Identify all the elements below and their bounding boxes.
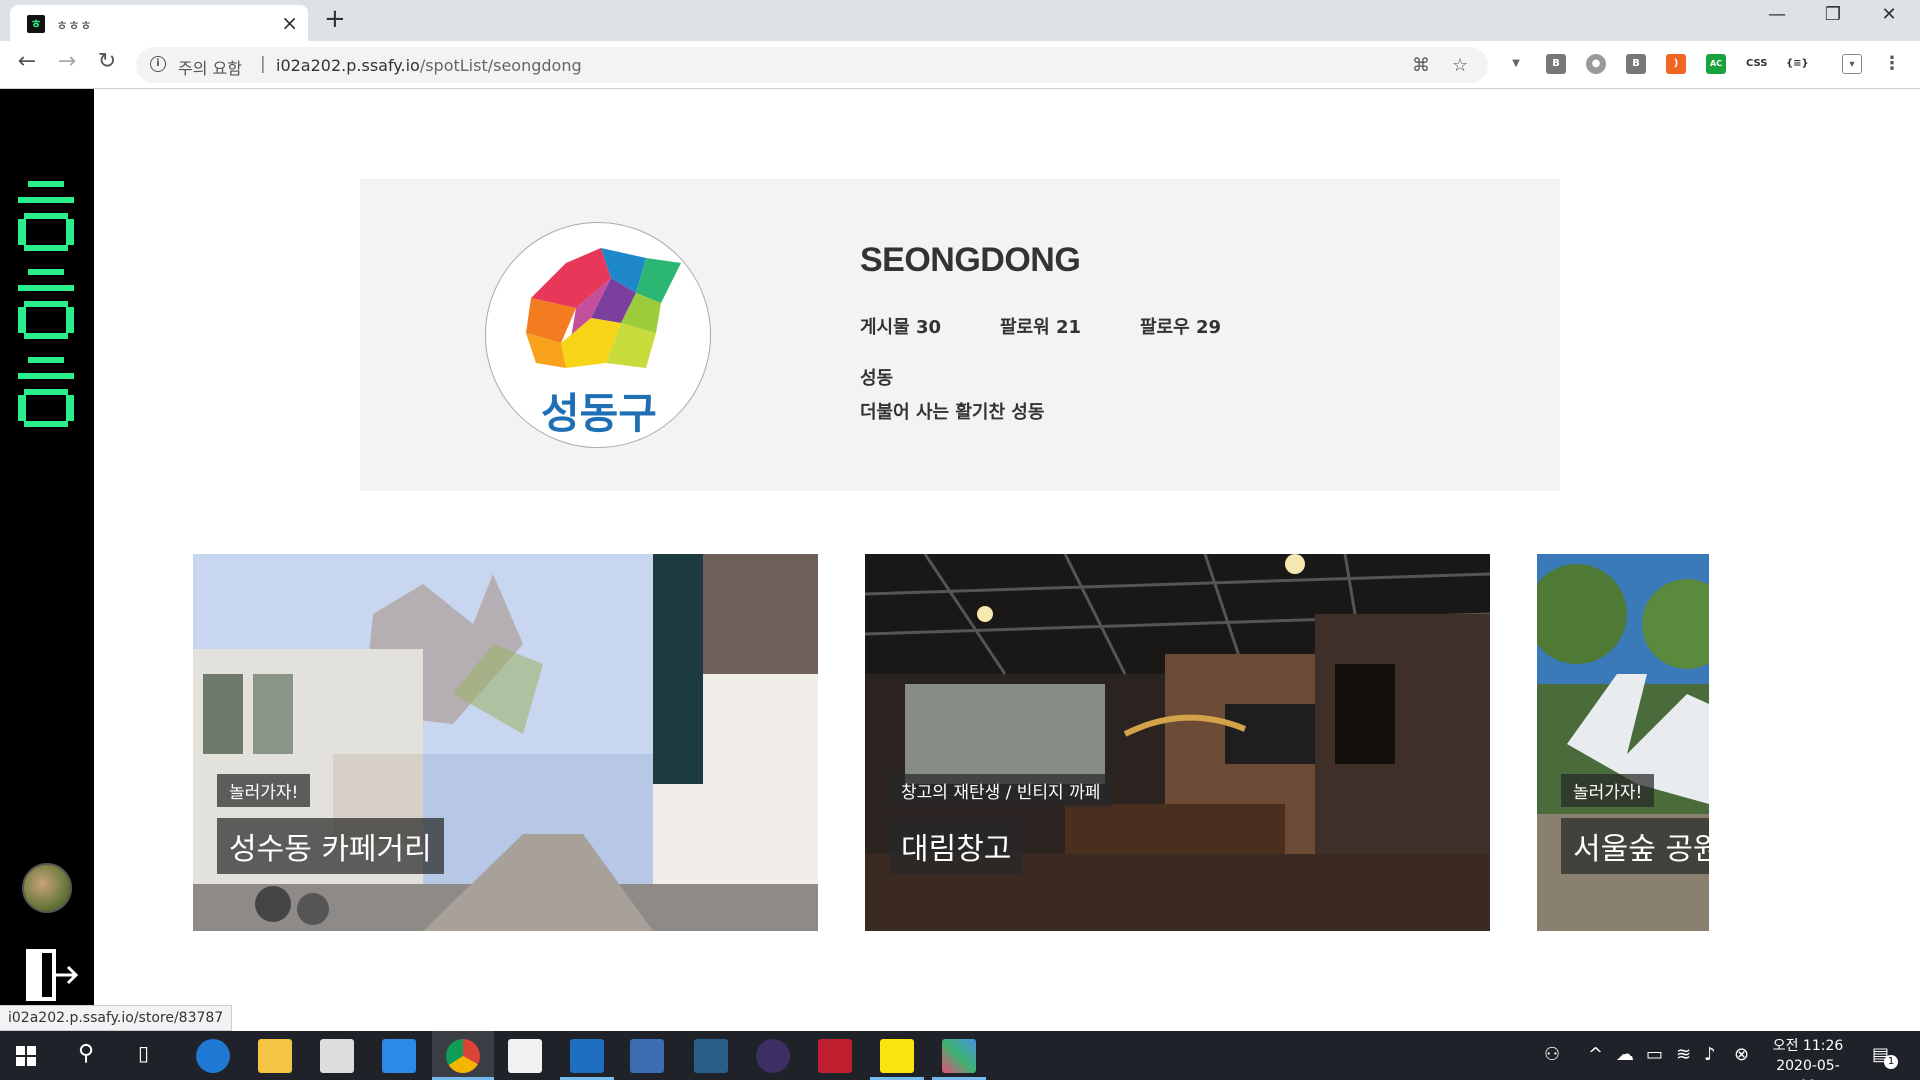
logout-icon[interactable] (24, 947, 80, 1003)
file-explorer-icon[interactable] (258, 1039, 292, 1073)
volume-icon[interactable]: ♪ (1704, 1044, 1716, 1065)
logo-hieut-icon-1[interactable] (14, 181, 78, 265)
browser-toolbar: ← → ↻ i 주의 요함 | i02a202.p.ssafy.io/spotL… (0, 41, 1920, 89)
spot-card[interactable]: 창고의 재탄생 / 빈티지 까페 대림창고 (865, 554, 1490, 931)
logo-hieut-icon-3[interactable] (14, 357, 78, 441)
profile-name: SEONGDONG (860, 241, 1081, 279)
forward-button[interactable]: → (52, 49, 82, 74)
posts-count[interactable]: 게시물 30 (860, 313, 941, 339)
site-favicon-icon: ㅎ (27, 15, 45, 33)
onedrive-icon[interactable]: ☁ (1616, 1044, 1634, 1065)
spot-card[interactable]: 놀러가자! 성수동 카페거리 (193, 554, 818, 931)
address-url[interactable]: i02a202.p.ssafy.io/spotList/seongdong (276, 56, 582, 75)
restore-button[interactable]: ❐ (1810, 4, 1856, 25)
people-icon[interactable]: ⚇ (1544, 1044, 1560, 1065)
filezilla-icon[interactable] (818, 1039, 852, 1073)
reload-button[interactable]: ↻ (92, 49, 122, 74)
clock-time: 오전 11:26 (1772, 1038, 1844, 1054)
notepad-icon[interactable] (508, 1039, 542, 1073)
app-sidebar (0, 89, 94, 1031)
card-title: 대림창고 (889, 818, 1024, 874)
battery-icon[interactable]: ▭ (1646, 1044, 1663, 1065)
notification-count-badge: 1 (1884, 1055, 1898, 1069)
github-extension-icon[interactable]: ● (1586, 54, 1606, 74)
search-icon[interactable]: ⚲ (78, 1041, 94, 1066)
status-x-icon[interactable]: ⊗ (1734, 1044, 1749, 1065)
extension-b2-icon[interactable]: B (1626, 54, 1646, 74)
seongdong-logo-icon: 성동구 (526, 248, 681, 438)
vscode-icon[interactable] (570, 1039, 604, 1073)
close-window-button[interactable]: ✕ (1866, 4, 1912, 25)
card-tag: 놀러가자! (217, 774, 311, 807)
site-info-icon[interactable]: i (150, 56, 166, 72)
eclipse-icon[interactable] (756, 1039, 790, 1073)
browser-tab-strip: ㅎ ㅎㅎㅎ × + — ❐ ✕ (0, 0, 1920, 41)
network-tool-icon[interactable] (630, 1039, 664, 1073)
profile-desc-title: 성동 (860, 368, 894, 389)
bookmark-star-icon[interactable]: ☆ (1452, 55, 1468, 76)
ac-extension-icon[interactable]: AC (1706, 54, 1726, 74)
card-title: 서울숲 공원 (1561, 818, 1709, 874)
user-avatar[interactable] (22, 863, 72, 913)
json-extension-icon[interactable]: {≡} (1786, 54, 1809, 74)
spot-card-list: 놀러가자! 성수동 카페거리 창고의 재탄생 / 빈티지 까페 대림창고 놀러가… (193, 554, 1709, 931)
taskbar-clock[interactable]: 오전 11:26 2020-05-09 (1768, 1036, 1848, 1080)
url-path: /spotList/seongdong (419, 56, 582, 75)
store-icon[interactable] (320, 1039, 354, 1073)
task-view-icon[interactable]: ▯ (138, 1041, 149, 1065)
minimize-button[interactable]: — (1754, 4, 1800, 25)
mail-icon[interactable] (382, 1039, 416, 1073)
wifi-icon[interactable]: ≋ (1676, 1044, 1691, 1065)
mysql-workbench-icon[interactable] (694, 1039, 728, 1073)
windows-taskbar: ⚲ ▯ ⚇ ^ ☁ ▭ ≋ ♪ ⊗ 오전 11:26 2020-05-09 ▤ … (0, 1031, 1920, 1080)
url-host: i02a202.p.ssafy.io (276, 56, 420, 75)
sourcetree-icon[interactable] (942, 1039, 976, 1073)
show-hidden-icons[interactable]: ^ (1588, 1044, 1603, 1065)
new-tab-button[interactable]: + (324, 4, 346, 34)
browser-tab[interactable]: ㅎ ㅎㅎㅎ × (10, 5, 308, 41)
sticky-notes-icon[interactable] (880, 1039, 914, 1073)
link-status-url: i02a202.p.ssafy.io/store/83787 (0, 1005, 233, 1031)
logo-hieut-icon-2[interactable] (14, 269, 78, 353)
clock-date: 2020-05-09 (1776, 1058, 1840, 1080)
extension-b-icon[interactable]: B (1546, 54, 1566, 74)
spot-card[interactable]: 놀러가자! 서울숲 공원 (1537, 554, 1709, 931)
security-warning[interactable]: 주의 요함 (178, 55, 242, 79)
address-separator: | (260, 54, 266, 74)
browser-menu-icon[interactable]: ⋮ (1882, 54, 1902, 74)
logo-text: 성동구 (541, 389, 657, 438)
vue-devtools-icon[interactable]: ▼ (1506, 54, 1526, 74)
card-photo (865, 554, 1490, 931)
chrome-icon[interactable] (446, 1039, 480, 1073)
card-photo (193, 554, 818, 931)
profile-card: 성동구 SEONGDONG 게시물 30 팔로워 21 팔로우 29 성동 더불… (360, 179, 1560, 491)
address-bar[interactable]: i 주의 요함 | i02a202.p.ssafy.io/spotList/se… (136, 47, 1488, 83)
card-tag: 창고의 재탄생 / 빈티지 까페 (889, 774, 1113, 807)
close-tab-icon[interactable]: × (281, 11, 298, 35)
profile-desc-body: 더불어 사는 활기찬 성동 (860, 402, 1045, 423)
rss-icon[interactable]: ) (1666, 54, 1686, 74)
card-photo (1537, 554, 1709, 931)
back-button[interactable]: ← (12, 49, 42, 74)
extension-menu-icon[interactable]: ▾ (1842, 54, 1862, 74)
translate-icon[interactable]: ⌘ (1412, 55, 1430, 76)
card-title: 성수동 카페거리 (217, 818, 444, 874)
internet-explorer-icon[interactable] (196, 1039, 230, 1073)
card-tag: 놀러가자! (1561, 774, 1655, 807)
following-count[interactable]: 팔로우 29 (1140, 313, 1221, 339)
tab-title: ㅎㅎㅎ (56, 19, 92, 34)
windows-start-icon[interactable] (16, 1046, 36, 1066)
css-extension-icon[interactable]: CSS (1746, 54, 1767, 74)
profile-image: 성동구 (485, 222, 711, 448)
followers-count[interactable]: 팔로워 21 (1000, 313, 1081, 339)
